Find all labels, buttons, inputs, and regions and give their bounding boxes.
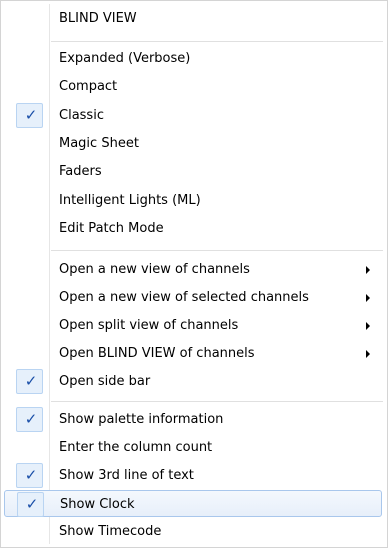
menu-item-open-side-bar[interactable]: ✓ Open side bar — [4, 368, 382, 395]
menu-item-classic[interactable]: ✓ Classic — [4, 102, 382, 129]
checkmark-icon: ✓ — [25, 495, 39, 513]
menu-item-faders[interactable]: Faders — [4, 158, 382, 185]
menu-item-open-new-view-channels[interactable]: Open a new view of channels — [4, 256, 382, 283]
menu-item-label: Expanded (Verbose) — [59, 51, 191, 66]
checkmark-icon: ✓ — [24, 106, 38, 124]
menu-item-label: Show 3rd line of text — [59, 468, 194, 483]
menu-item-open-blind-view-channels[interactable]: Open BLIND VIEW of channels — [4, 340, 382, 367]
menu-separator — [51, 250, 383, 251]
menu-item-label: Show Timecode — [59, 524, 162, 539]
checkmark-icon: ✓ — [24, 372, 38, 390]
menu-item-label: Compact — [59, 79, 118, 94]
checkmark-icon: ✓ — [24, 410, 38, 428]
submenu-arrow-icon — [366, 350, 370, 358]
context-menu: BLIND VIEW Expanded (Verbose) Compact ✓ … — [0, 0, 388, 548]
submenu-arrow-icon — [366, 322, 370, 330]
menu-item-show-timecode[interactable]: Show Timecode — [4, 518, 382, 545]
menu-item-label: Open a new view of channels — [59, 262, 250, 277]
menu-item-show-palette-information[interactable]: ✓ Show palette information — [4, 406, 382, 433]
menu-item-label: Magic Sheet — [59, 136, 139, 151]
submenu-arrow-icon — [366, 266, 370, 274]
menu-item-open-new-view-selected-channels[interactable]: Open a new view of selected channels — [4, 284, 382, 311]
menu-item-label: Show palette information — [59, 412, 224, 427]
menu-item-label: Faders — [59, 164, 102, 179]
menu-item-label: Show Clock — [60, 497, 135, 512]
menu-item-label: Edit Patch Mode — [59, 221, 164, 236]
menu-item-label: Open side bar — [59, 374, 151, 389]
menu-item-label: BLIND VIEW — [59, 11, 137, 26]
menu-item-label: Enter the column count — [59, 440, 213, 455]
menu-separator — [51, 401, 383, 402]
menu-item-show-3rd-line-of-text[interactable]: ✓ Show 3rd line of text — [4, 462, 382, 489]
menu-item-label: Classic — [59, 108, 104, 123]
menu-item-label: Intelligent Lights (ML) — [59, 193, 201, 208]
menu-item-intelligent-lights[interactable]: Intelligent Lights (ML) — [4, 187, 382, 214]
submenu-arrow-icon — [366, 294, 370, 302]
menu-item-label: Open a new view of selected channels — [59, 290, 309, 305]
menu-item-magic-sheet[interactable]: Magic Sheet — [4, 130, 382, 157]
checkmark-icon: ✓ — [24, 466, 38, 484]
menu-item-open-split-view-channels[interactable]: Open split view of channels — [4, 312, 382, 339]
menu-item-compact[interactable]: Compact — [4, 73, 382, 100]
menu-item-show-clock[interactable]: ✓ Show Clock — [4, 490, 382, 517]
menu-item-expanded-verbose[interactable]: Expanded (Verbose) — [4, 45, 382, 72]
menu-item-enter-column-count[interactable]: Enter the column count — [4, 434, 382, 461]
menu-item-label: Open BLIND VIEW of channels — [59, 346, 255, 361]
menu-item-edit-patch-mode[interactable]: Edit Patch Mode — [4, 215, 382, 242]
menu-separator — [51, 41, 383, 42]
menu-item-blind-view-header[interactable]: BLIND VIEW — [4, 5, 382, 32]
menu-item-label: Open split view of channels — [59, 318, 239, 333]
